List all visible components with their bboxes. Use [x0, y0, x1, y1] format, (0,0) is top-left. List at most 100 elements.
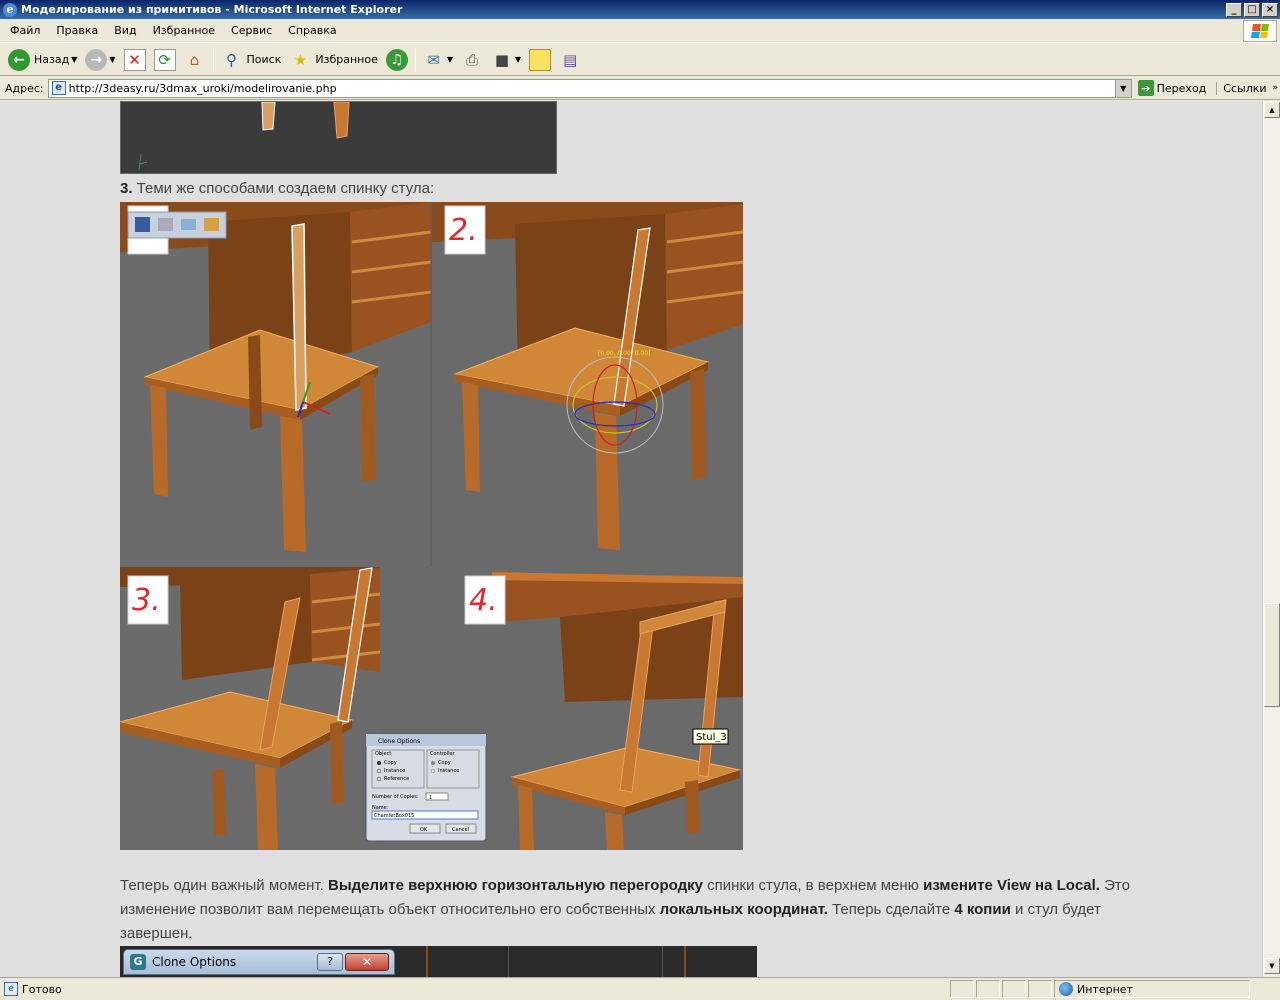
address-label: Адрес: [5, 81, 44, 95]
max-app-icon: G [130, 954, 146, 970]
go-button[interactable]: ➔ Переход [1137, 80, 1206, 96]
forward-button[interactable]: → ▼ [81, 46, 119, 74]
mail-icon[interactable] [181, 219, 196, 230]
media-button[interactable]: ♫ [382, 46, 412, 74]
scroll-up-button[interactable]: ▲ [1264, 102, 1280, 118]
go-arrow-icon: ➔ [1137, 80, 1154, 96]
back-label: Назад [34, 53, 70, 66]
controller-copy-option[interactable]: Copy [438, 760, 451, 766]
image-toolbar[interactable] [127, 211, 227, 239]
status-text-area: e Готово [0, 982, 948, 996]
menu-help[interactable]: Справка [280, 24, 344, 37]
printer-icon[interactable] [158, 218, 173, 231]
address-dropdown-button[interactable]: ▼ [1114, 79, 1131, 97]
edit-icon: ■ [494, 50, 510, 69]
page-icon: e [51, 81, 66, 95]
favorites-label: Избранное [315, 53, 378, 66]
menu-tools[interactable]: Сервис [223, 24, 280, 37]
name-label: Name: [372, 805, 389, 811]
render-image-previous-step [120, 101, 557, 174]
refresh-icon: ⟳ [153, 48, 176, 71]
note-icon [529, 48, 552, 71]
controller-group-label: Controller [430, 751, 456, 757]
object-copy-option[interactable]: Copy [384, 760, 397, 766]
instruction-paragraph: Теперь один важный момент. Выделите верх… [120, 874, 1160, 946]
favorites-button[interactable]: ★ Избранное [285, 46, 381, 74]
name-value: ChamferBox015 [374, 813, 414, 819]
clone-options-window: G Clone Options ? ✕ [123, 949, 395, 975]
close-button[interactable]: × [1262, 2, 1278, 17]
address-input[interactable]: e http://3deasy.ru/3dmax_uroki/modelirov… [47, 78, 1132, 98]
research-icon: ▤ [563, 50, 578, 69]
para-text-4: Теперь сделайте [827, 901, 955, 918]
security-zone: Интернет [1054, 980, 1250, 998]
object-instance-option[interactable]: Instance [384, 768, 405, 774]
address-url[interactable]: http://3deasy.ru/3dmax_uroki/modelirovan… [69, 82, 1115, 95]
dialog-title: Clone Options [378, 738, 420, 745]
search-button[interactable]: ⚲ Поиск [217, 46, 286, 74]
help-button[interactable]: ? [317, 953, 343, 971]
forward-arrow-icon: → [85, 48, 108, 71]
status-bar: e Готово Интернет [0, 977, 1280, 1000]
menu-edit[interactable]: Правка [48, 24, 106, 37]
para-bold-3: локальных координат. [659, 901, 828, 918]
object-reference-option[interactable]: Reference [384, 776, 409, 782]
menu-favorites[interactable]: Избранное [145, 24, 223, 37]
clone-window-title: Clone Options [152, 955, 237, 969]
maximize-button[interactable]: □ [1244, 2, 1260, 17]
search-label: Поиск [246, 53, 282, 66]
object-group-label: Object [375, 751, 391, 757]
close-button[interactable]: ✕ [345, 953, 389, 971]
para-text-1: Теперь один важный момент. [120, 877, 328, 894]
printer-icon: ⎙ [465, 50, 478, 69]
chevron-down-icon[interactable]: ▼ [447, 55, 453, 64]
window-title: Моделирование из примитивов - Microsoft … [21, 3, 403, 16]
mail-button[interactable]: ✉ ▼ [419, 46, 457, 74]
standard-toolbar: ← Назад ▼ → ▼ ✕ ⟳ ⌂ ⚲ Поиск ★ Избранное … [0, 44, 1280, 76]
windows-flag-icon [1243, 20, 1277, 42]
minimize-button[interactable]: _ [1226, 2, 1242, 17]
stop-button[interactable]: ✕ [120, 46, 150, 74]
research-button[interactable]: ▤ [555, 46, 585, 74]
vertical-scrollbar[interactable]: ▲ ▼ [1262, 101, 1280, 977]
folder-icon[interactable] [204, 218, 219, 231]
media-icon: ♫ [385, 48, 408, 71]
discuss-button[interactable] [525, 46, 555, 74]
save-icon[interactable] [135, 217, 150, 232]
para-text-2: спинки стула, в верхнем меню [702, 877, 924, 894]
refresh-button[interactable]: ⟳ [150, 46, 180, 74]
back-arrow-icon: ← [8, 48, 30, 71]
print-button[interactable]: ⎙ [457, 46, 487, 74]
chevron-down-icon[interactable]: ▼ [71, 55, 77, 64]
zone-label: Интернет [1077, 982, 1133, 996]
chevron-down-icon[interactable]: ▼ [109, 55, 115, 64]
home-button[interactable]: ⌂ [180, 46, 210, 74]
step-number: 3. [120, 180, 133, 197]
para-bold-2: измените View на Local. [923, 877, 1100, 894]
para-bold-4: 4 копии [954, 901, 1011, 918]
edit-button[interactable]: ■ ▼ [487, 46, 525, 74]
page-icon: e [4, 982, 18, 996]
mail-icon: ✉ [427, 50, 441, 69]
window-controls: _ □ × [1226, 2, 1278, 17]
chevron-down-icon[interactable]: ▼ [515, 55, 521, 64]
menu-view[interactable]: Вид [106, 24, 144, 37]
home-icon: ⌂ [189, 50, 200, 69]
ie-icon: e [3, 2, 17, 17]
menu-bar: Файл Правка Вид Избранное Сервис Справка [0, 19, 1280, 43]
page-content: 3. Теми же способами создаем спинку стул… [0, 101, 1262, 977]
coord-readout: [0.00, 0.00, 0.00] [598, 350, 650, 357]
scroll-thumb[interactable] [1264, 603, 1280, 707]
controller-instance-option[interactable]: Instance [438, 768, 459, 774]
globe-icon [1059, 982, 1073, 996]
links-button[interactable]: Ссылки » [1216, 81, 1279, 95]
para-bold-1: Выделите верхнюю горизонтальную перегоро… [327, 877, 703, 894]
scroll-down-button[interactable]: ▼ [1264, 958, 1280, 974]
ok-label: OK [420, 827, 428, 833]
panel-3: 3. [119, 567, 381, 850]
step-3-text: 3. Теми же способами создаем спинку стул… [120, 180, 434, 197]
chevron-right-icon: » [1272, 83, 1279, 93]
back-button[interactable]: ← Назад ▼ [4, 46, 81, 74]
menu-file[interactable]: Файл [0, 24, 48, 37]
cancel-label: Cancel [452, 827, 469, 833]
